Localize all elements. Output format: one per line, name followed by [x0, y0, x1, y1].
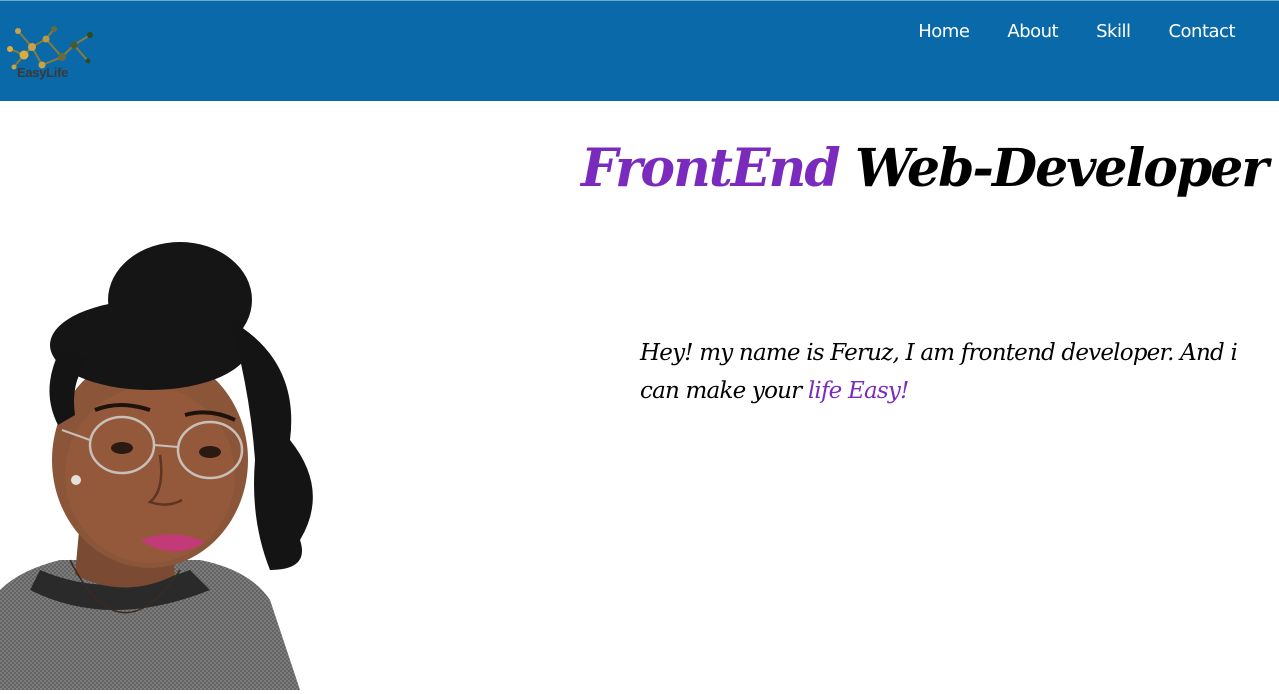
nav-skill-link[interactable]: Skill [1058, 21, 1131, 43]
main-nav: Home About Skill Contact [880, 21, 1235, 43]
nav-home-link[interactable]: Home [880, 21, 970, 43]
title-rest: Web-Developer [854, 138, 1269, 199]
title-accent: FrontEnd [581, 138, 841, 199]
page-title: FrontEnd Web-Developer [581, 130, 1269, 208]
navbar: EasyLife Home About Skill Contact [0, 0, 1279, 101]
nav-about-link[interactable]: About [969, 21, 1058, 43]
nav-contact-link[interactable]: Contact [1130, 21, 1235, 43]
logo[interactable]: EasyLife [2, 19, 96, 83]
intro-accent: life Easy! [807, 378, 910, 404]
intro-text: Hey! my name is Feruz, I am frontend dev… [640, 334, 1240, 410]
profile-photo [0, 240, 340, 690]
logo-text: EasyLife [17, 65, 69, 80]
intro-body: Hey! my name is Feruz, I am frontend dev… [640, 340, 1238, 404]
